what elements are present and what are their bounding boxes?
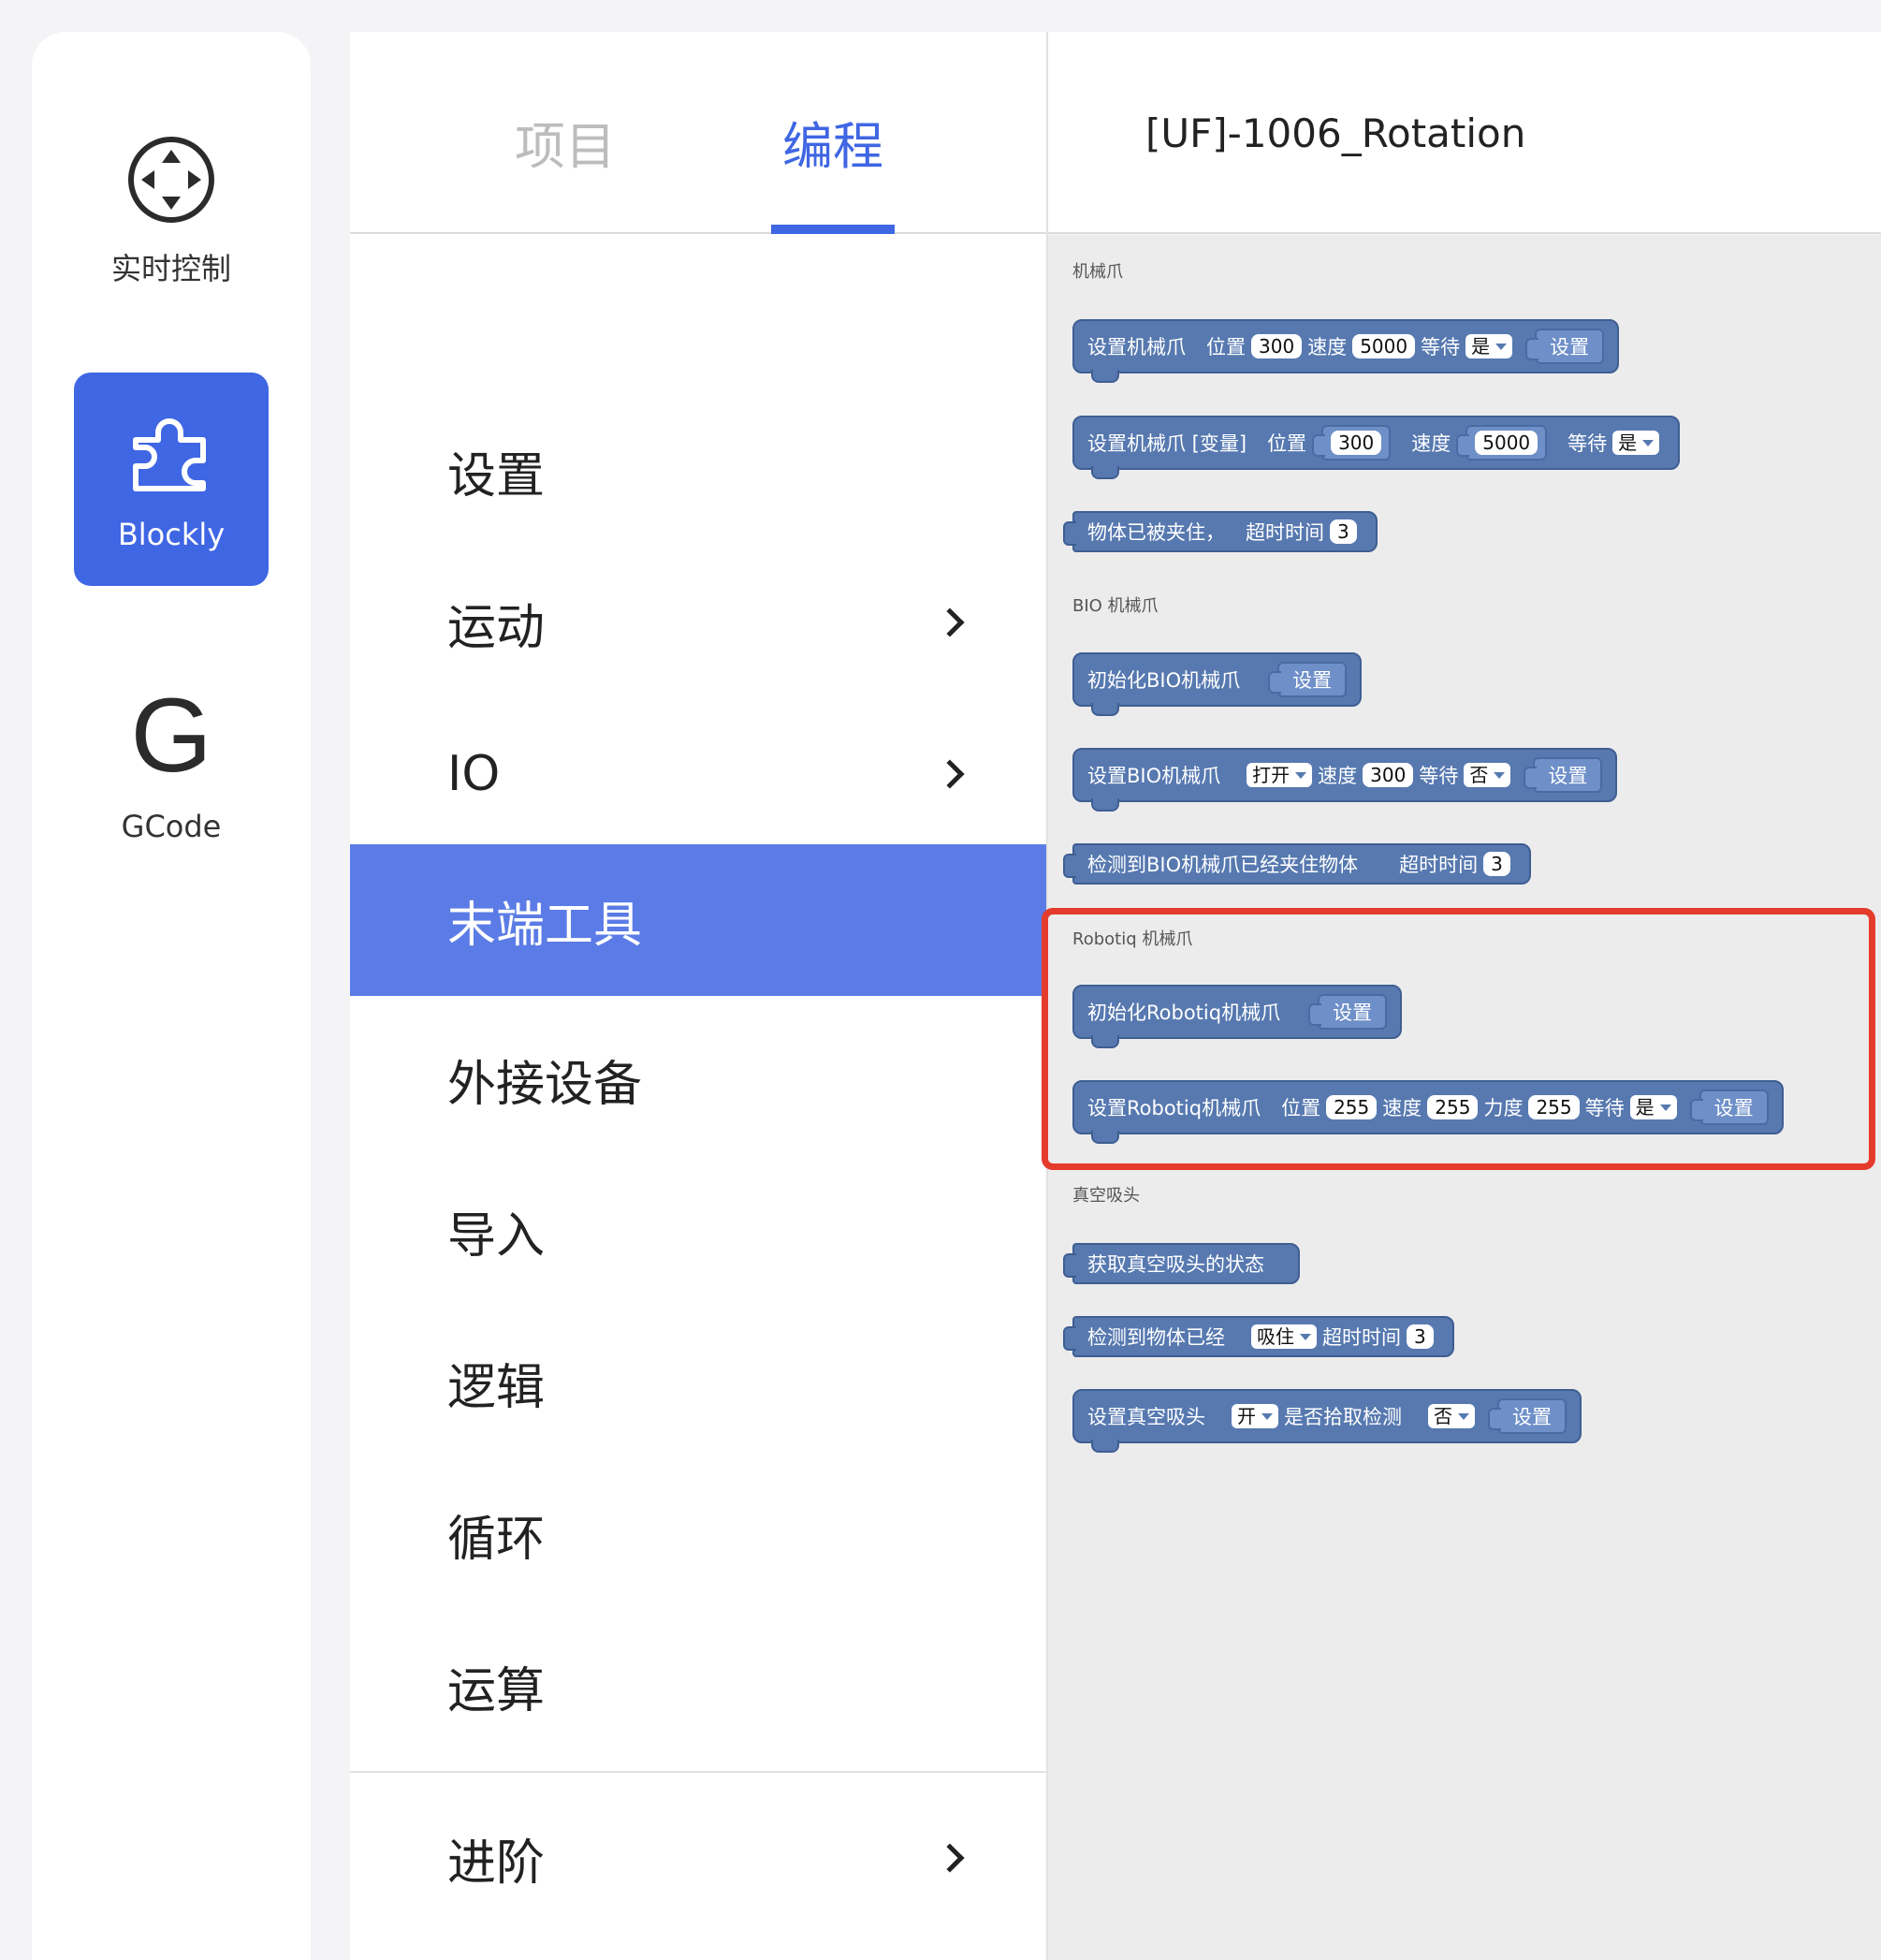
wait-dropdown[interactable]: 是 (1465, 334, 1513, 358)
settings-slot[interactable]: 设置 (1268, 662, 1348, 697)
timeout-field[interactable]: 3 (1483, 852, 1510, 876)
rail-item-gcode[interactable]: G GCode (74, 657, 269, 870)
position-field[interactable]: 300 (1251, 334, 1303, 358)
category-advanced[interactable]: 进阶 (350, 1782, 1046, 1934)
wait-dropdown[interactable]: 否 (1464, 763, 1511, 787)
puzzle-icon (133, 418, 206, 491)
state-dropdown[interactable]: 吸住 (1251, 1324, 1317, 1349)
position-input-slot[interactable]: 300 (1312, 425, 1392, 461)
settings-slot[interactable]: 设置 (1488, 1398, 1567, 1434)
project-title: [UF]-1006_Rotation (1145, 110, 1526, 156)
rail-item-live-control[interactable]: 实时控制 (74, 105, 269, 318)
section-label-bio-gripper: BIO 机械爪 (1072, 596, 1159, 616)
robotiq-highlight-box (1042, 908, 1875, 1170)
rail-item-blockly[interactable]: Blockly (74, 373, 269, 586)
rail-item-label: Blockly (117, 517, 226, 552)
section-label-gripper: 机械爪 (1072, 262, 1123, 282)
category-logic[interactable]: 逻辑 (350, 1307, 1046, 1458)
timeout-field[interactable]: 3 (1330, 519, 1357, 544)
block-set-gripper[interactable]: 设置机械爪 位置 300 速度 5000 等待 是 设置 (1072, 319, 1620, 383)
dropdown-arrow-icon (1495, 344, 1508, 350)
dropdown-arrow-icon (1494, 772, 1506, 779)
chevron-right-icon (935, 759, 965, 789)
dropdown-arrow-icon (1261, 1413, 1273, 1420)
section-label-vacuum: 真空吸头 (1072, 1186, 1140, 1206)
category-external-devices[interactable]: 外接设备 (350, 1003, 1046, 1155)
speed-field[interactable]: 300 (1363, 763, 1414, 787)
category-divider (350, 1771, 1046, 1773)
active-tab-indicator (771, 225, 895, 234)
settings-slot[interactable]: 设置 (1525, 329, 1605, 364)
tab-programming[interactable]: 编程 (782, 105, 883, 179)
g-letter-icon: G (130, 677, 212, 794)
move-arrows-icon (128, 137, 214, 223)
panel-tabs: 项目 编程 (350, 32, 1046, 234)
dropdown-arrow-icon (1295, 772, 1307, 779)
dropdown-arrow-icon (1458, 1413, 1469, 1420)
category-io[interactable]: IO (350, 698, 1046, 850)
block-get-vacuum-state[interactable]: 获取真空吸头的状态 (1063, 1243, 1300, 1284)
block-set-gripper-variable[interactable]: 设置机械爪 [变量] 位置 300 速度 5000 等待 是 (1072, 416, 1681, 479)
project-header: [UF]-1006_Rotation (1048, 32, 1881, 234)
category-loop[interactable]: 循环 (350, 1458, 1046, 1610)
category-end-effector[interactable]: 末端工具 (350, 844, 1046, 996)
rail-item-label: 实时控制 (110, 251, 231, 286)
category-import[interactable]: 导入 (350, 1155, 1046, 1307)
blockly-category-panel: 项目 编程 设置 运动 IO 末端工具 外接设备 导入 逻辑 循环 运算 进阶 (350, 32, 1046, 1960)
timeout-field[interactable]: 3 (1407, 1324, 1434, 1349)
category-settings[interactable]: 设置 (350, 395, 1046, 547)
dropdown-arrow-icon (1300, 1334, 1311, 1340)
speed-field[interactable]: 5000 (1352, 334, 1416, 358)
state-dropdown[interactable]: 打开 (1247, 763, 1313, 787)
category-math[interactable]: 运算 (350, 1610, 1046, 1762)
settings-slot[interactable]: 设置 (1524, 757, 1603, 793)
pick-check-dropdown[interactable]: 否 (1428, 1404, 1475, 1428)
dropdown-arrow-icon (1642, 440, 1655, 446)
block-init-bio-gripper[interactable]: 初始化BIO机械爪 设置 (1072, 652, 1363, 716)
block-set-bio-gripper[interactable]: 设置BIO机械爪 打开 速度 300 等待 否 设置 (1072, 748, 1618, 812)
side-navigation-rail: 实时控制 Blockly G GCode (32, 32, 311, 1960)
tab-project[interactable]: 项目 (515, 105, 616, 179)
block-detect-bio-gripped[interactable]: 检测到BIO机械爪已经夹住物体 超时时间 3 (1063, 843, 1531, 885)
block-object-gripped[interactable]: 物体已被夹住， 超时时间 3 (1063, 511, 1378, 552)
rail-item-label: GCode (121, 809, 222, 844)
chevron-right-icon (935, 1843, 965, 1873)
category-motion[interactable]: 运动 (350, 547, 1046, 698)
chevron-right-icon (935, 607, 965, 637)
block-set-vacuum[interactable]: 设置真空吸头 开 是否拾取检测 否 设置 (1072, 1389, 1582, 1453)
state-dropdown[interactable]: 开 (1232, 1404, 1278, 1428)
wait-dropdown[interactable]: 是 (1612, 431, 1660, 455)
block-detect-vacuum[interactable]: 检测到物体已经 吸住 超时时间 3 (1063, 1316, 1454, 1357)
speed-input-slot[interactable]: 5000 (1456, 425, 1548, 461)
